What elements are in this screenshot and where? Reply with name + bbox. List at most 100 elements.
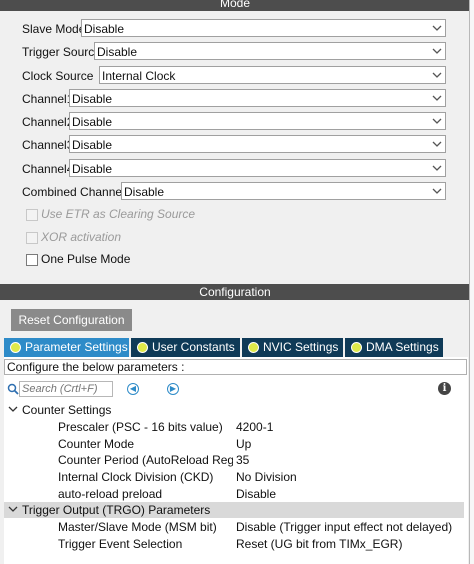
chevron-down-icon: [432, 95, 442, 101]
channel3-row: Channel3 Disable: [0, 135, 470, 155]
slave-mode-row: Slave Mode Disable: [0, 19, 470, 39]
param-name: Prescaler (PSC - 16 bits value): [58, 420, 223, 434]
channel2-value: Disable: [72, 115, 113, 129]
combined-channels-row: Combined Channels Disable: [0, 182, 470, 202]
channel4-row: Channel4 Disable: [0, 159, 470, 179]
param-name: Internal Clock Division (CKD): [58, 470, 214, 484]
channel1-row: Channel1 Disable: [0, 89, 470, 109]
param-name: Master/Slave Mode (MSM bit): [58, 520, 217, 534]
tab-user-constants[interactable]: User Constants: [131, 338, 240, 357]
use-etr-label: Use ETR as Clearing Source: [41, 207, 196, 221]
param-row[interactable]: Internal Clock Division (CKD) No Divisio…: [4, 469, 468, 485]
channel3-value: Disable: [72, 138, 113, 152]
chevron-down-icon: [8, 506, 18, 512]
channel1-label: Channel1: [22, 92, 74, 106]
chevron-down-icon: [432, 48, 442, 54]
channel2-row: Channel2 Disable: [0, 112, 470, 132]
group-counter-settings[interactable]: Counter Settings: [4, 402, 464, 418]
tab-parameter-settings[interactable]: Parameter Settings: [4, 338, 129, 357]
param-name: auto-reload preload: [58, 487, 163, 501]
one-pulse-mode-label: One Pulse Mode: [41, 252, 131, 266]
param-row[interactable]: Master/Slave Mode (MSM bit) Disable (Tri…: [4, 519, 468, 535]
channel2-select[interactable]: Disable: [69, 112, 446, 130]
configuration-header: Configuration: [0, 284, 470, 300]
chevron-down-icon: [432, 165, 442, 171]
channel3-label: Channel3: [22, 138, 74, 152]
tab-nvic-settings[interactable]: NVIC Settings: [242, 338, 343, 357]
param-value[interactable]: No Division: [236, 470, 297, 484]
param-value[interactable]: 35: [236, 453, 249, 467]
info-icon[interactable]: i: [438, 382, 451, 395]
param-value[interactable]: Up: [236, 437, 251, 451]
reset-configuration-button[interactable]: Reset Configuration: [11, 309, 132, 331]
param-name: Counter Mode: [58, 437, 135, 451]
slave-mode-select[interactable]: Disable: [81, 19, 446, 37]
chevron-down-icon: [432, 141, 442, 147]
channel4-select[interactable]: Disable: [69, 159, 446, 177]
group-trigger-output-label: Trigger Output (TRGO) Parameters: [22, 503, 211, 517]
channel1-value: Disable: [72, 92, 113, 106]
xor-activation-label: XOR activation: [41, 230, 122, 244]
tab-dma-settings[interactable]: DMA Settings: [345, 338, 443, 357]
tab-user-constants-label: User Constants: [152, 340, 235, 354]
mode-header: Mode: [0, 0, 470, 11]
param-value[interactable]: 4200-1: [236, 420, 273, 434]
param-row[interactable]: Counter Period (AutoReload Regis... 35: [4, 452, 468, 468]
use-etr-checkbox: [26, 209, 38, 221]
trigger-source-value: Disable: [97, 45, 138, 59]
use-etr-checkbox-row: Use ETR as Clearing Source: [26, 206, 326, 224]
param-value[interactable]: Disable: [236, 487, 276, 501]
trigger-source-label: Trigger Source: [22, 45, 101, 59]
clock-source-row: Clock Source Internal Clock: [0, 66, 470, 86]
chevron-down-icon: [432, 72, 442, 78]
combined-channels-value: Disable: [124, 185, 165, 199]
clock-source-value: Internal Clock: [102, 69, 176, 83]
param-row[interactable]: Prescaler (PSC - 16 bits value) 4200-1: [4, 419, 468, 435]
status-dot-icon: [10, 342, 21, 353]
param-name: Trigger Event Selection: [58, 537, 183, 551]
combined-channels-label: Combined Channels: [22, 185, 131, 199]
mode-header-label: Mode: [219, 0, 251, 10]
xor-activation-checkbox: [26, 232, 38, 244]
channel1-select[interactable]: Disable: [69, 89, 446, 107]
panel-edge: [470, 0, 474, 564]
param-name: Counter Period (AutoReload Regis...: [58, 453, 233, 467]
channel4-value: Disable: [72, 162, 113, 176]
tab-dma-settings-label: DMA Settings: [366, 340, 439, 354]
chevron-down-icon: [432, 25, 442, 31]
channel2-label: Channel2: [22, 115, 74, 129]
chevron-down-icon: [432, 118, 442, 124]
chevron-down-icon: [8, 406, 18, 412]
slave-mode-label: Slave Mode: [22, 22, 86, 36]
search-input[interactable]: [19, 381, 113, 397]
clock-source-label: Clock Source: [22, 69, 94, 83]
status-dot-icon: [351, 342, 362, 353]
tab-nvic-settings-label: NVIC Settings: [263, 340, 339, 354]
clock-source-select[interactable]: Internal Clock: [99, 66, 446, 84]
param-value[interactable]: Disable (Trigger input effect not delaye…: [236, 520, 452, 534]
group-counter-settings-label: Counter Settings: [22, 403, 112, 417]
channel3-select[interactable]: Disable: [69, 135, 446, 153]
search-next-icon[interactable]: ▶: [167, 383, 179, 395]
trigger-source-row: Trigger Source Disable: [0, 42, 470, 62]
search-icon: [7, 383, 19, 395]
search-previous-icon[interactable]: ◀: [127, 383, 139, 395]
config-description: Configure the below parameters :: [4, 359, 467, 375]
one-pulse-mode-checkbox-row[interactable]: One Pulse Mode: [26, 251, 326, 269]
mode-panel: Slave Mode Disable Trigger Source Disabl…: [0, 11, 470, 282]
param-row[interactable]: auto-reload preload Disable: [4, 486, 468, 502]
status-dot-icon: [137, 342, 148, 353]
chevron-down-icon: [432, 188, 442, 194]
trigger-source-select[interactable]: Disable: [94, 42, 446, 60]
group-trigger-output[interactable]: Trigger Output (TRGO) Parameters: [4, 502, 464, 518]
tab-parameter-settings-label: Parameter Settings: [25, 340, 128, 354]
one-pulse-mode-checkbox[interactable]: [26, 254, 38, 266]
slave-mode-value: Disable: [84, 22, 125, 36]
param-row[interactable]: Counter Mode Up: [4, 436, 468, 452]
configuration-header-label: Configuration: [199, 285, 271, 299]
status-dot-icon: [248, 342, 259, 353]
combined-channels-select[interactable]: Disable: [121, 182, 446, 200]
param-row[interactable]: Trigger Event Selection Reset (UG bit fr…: [4, 536, 468, 552]
param-value[interactable]: Reset (UG bit from TIMx_EGR): [236, 537, 402, 551]
xor-activation-checkbox-row: XOR activation: [26, 229, 326, 247]
